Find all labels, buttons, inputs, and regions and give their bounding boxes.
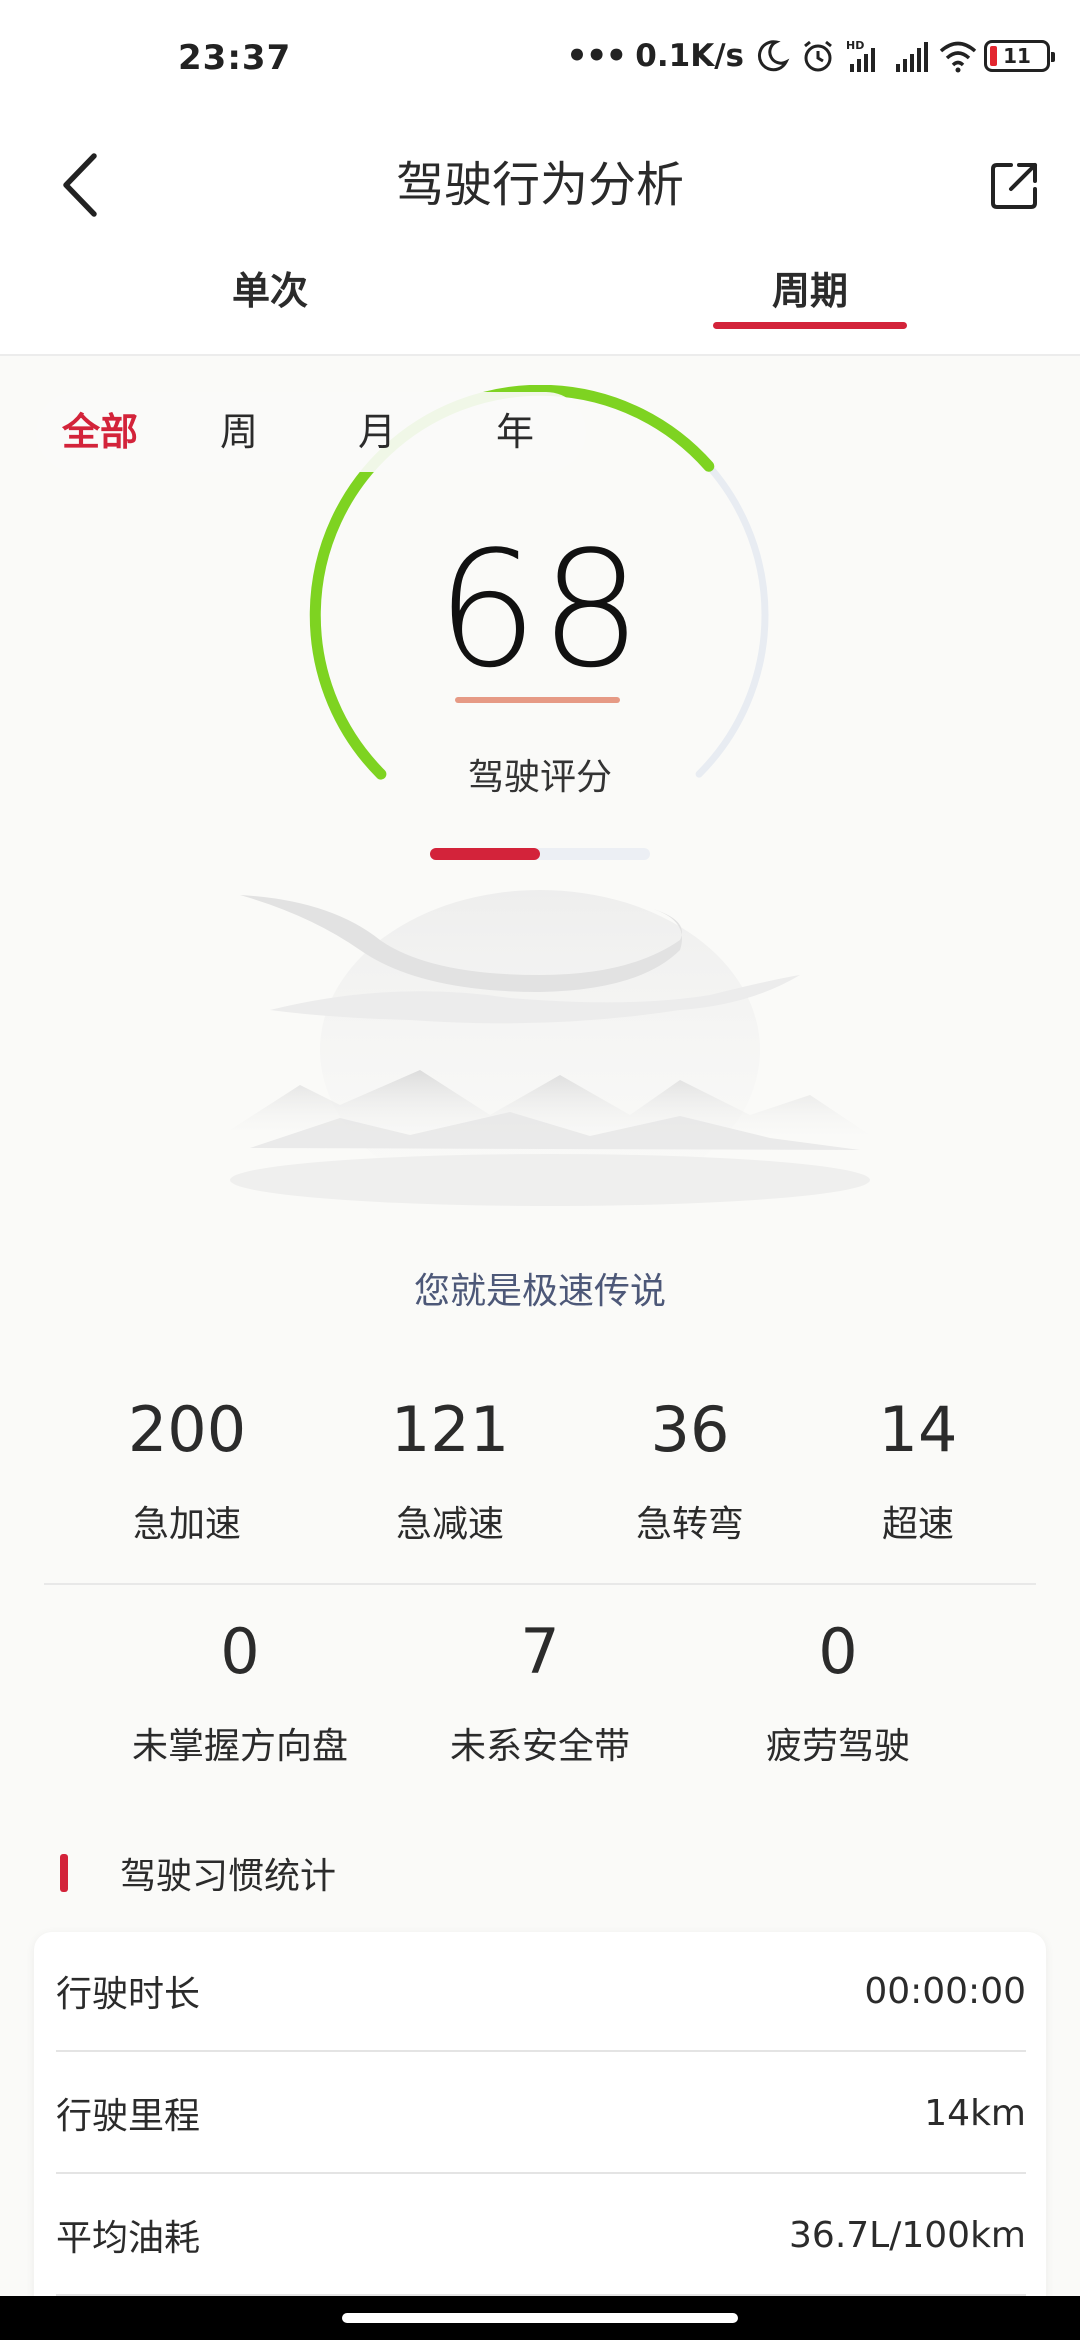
stat-value: 7 (520, 1615, 560, 1688)
stat-fatigue-driving: 0 疲劳驾驶 (698, 1617, 978, 1769)
habits-card: 行驶时长 00:00:00 行驶里程 14km 平均油耗 36.7L/100km (34, 1932, 1046, 2340)
title-bar: 驾驶行为分析 (0, 110, 1080, 260)
habit-label: 平均油耗 (56, 2218, 201, 2259)
section-title: 驾驶习惯统计 (120, 1856, 337, 1897)
stat-label: 未系安全带 (449, 1726, 630, 1767)
screen: 23:37 ••• 0.1K/s HD 11 驾驶行为分析 单次 周期 全部 周… (0, 0, 1080, 2340)
habit-label: 行驶时长 (56, 1974, 201, 2015)
stat-label: 超速 (881, 1504, 954, 1545)
stat-value: 0 (220, 1615, 260, 1688)
status-bar: 23:37 ••• 0.1K/s HD 11 (0, 0, 1080, 110)
active-tab-indicator (713, 322, 907, 329)
stat-rapid-acceleration: 200 急加速 (87, 1395, 287, 1547)
battery-icon: 11 (984, 40, 1055, 72)
stat-label: 未掌握方向盘 (131, 1726, 348, 1767)
stat-value: 121 (390, 1393, 510, 1466)
svg-text:HD: HD (846, 39, 864, 52)
page-indicator-fill (430, 848, 540, 860)
slogan: 您就是极速传说 (413, 1271, 666, 1312)
score-value: 68 (436, 516, 644, 703)
stat-speeding: 14 超速 (818, 1395, 1018, 1547)
habit-row-mileage: 行驶里程 14km (56, 2054, 1026, 2174)
filter-week[interactable]: 周 (220, 392, 258, 472)
status-time: 23:37 (178, 38, 292, 78)
filter-year[interactable]: 年 (496, 392, 534, 472)
signal-icon (892, 38, 928, 74)
moon-icon (754, 38, 790, 74)
alarm-icon (800, 38, 836, 74)
stats-divider (44, 1583, 1036, 1585)
stat-sharp-turn: 36 急转弯 (590, 1395, 790, 1547)
stat-value: 14 (878, 1393, 958, 1466)
stat-label: 急加速 (132, 1504, 241, 1545)
habits-section-header: 驾驶习惯统计 (60, 1850, 337, 1897)
stat-label: 急转弯 (635, 1504, 744, 1545)
habit-row-fuel: 平均油耗 36.7L/100km (56, 2176, 1026, 2296)
page-title: 驾驶行为分析 (395, 157, 684, 213)
share-icon (991, 163, 1037, 209)
tab-bar: 单次 周期 (0, 260, 1080, 356)
habit-value: 14km (924, 2092, 1026, 2134)
stat-hands-off-wheel: 0 未掌握方向盘 (100, 1617, 380, 1769)
stat-label: 急减速 (395, 1504, 504, 1545)
section-marker (60, 1854, 68, 1892)
habit-label: 行驶里程 (56, 2096, 201, 2137)
status-icons: ••• 0.1K/s HD 11 (566, 34, 1055, 78)
stat-rapid-deceleration: 121 急减速 (350, 1395, 550, 1547)
stat-value: 200 (127, 1393, 247, 1466)
score-underline (455, 697, 620, 703)
stat-no-seatbelt: 7 未系安全带 (400, 1617, 680, 1769)
period-filter: 全部 周 月 年 (36, 392, 586, 472)
battery-fill (990, 46, 997, 66)
filter-month[interactable]: 月 (358, 392, 396, 472)
page-indicator (430, 848, 650, 860)
battery-level: 11 (1003, 44, 1031, 68)
tab-single[interactable]: 单次 (0, 260, 540, 356)
filter-all[interactable]: 全部 (62, 392, 138, 472)
share-button[interactable] (970, 110, 1060, 260)
network-speed: 0.1K/s (635, 38, 744, 74)
home-indicator[interactable] (342, 2313, 738, 2323)
habit-value: 36.7L/100km (789, 2214, 1026, 2256)
score-label: 驾驶评分 (467, 757, 612, 798)
stat-label: 疲劳驾驶 (765, 1726, 910, 1767)
wifi-icon (938, 38, 977, 74)
landscape-illustration (230, 890, 870, 1210)
tab-period[interactable]: 周期 (540, 260, 1080, 356)
habit-row-duration: 行驶时长 00:00:00 (56, 1932, 1026, 2052)
more-dots: ••• (566, 36, 627, 76)
stat-value: 36 (650, 1393, 730, 1466)
stat-value: 0 (818, 1615, 858, 1688)
hd-signal-icon: HD (846, 38, 882, 74)
habit-value: 00:00:00 (864, 1970, 1026, 2012)
